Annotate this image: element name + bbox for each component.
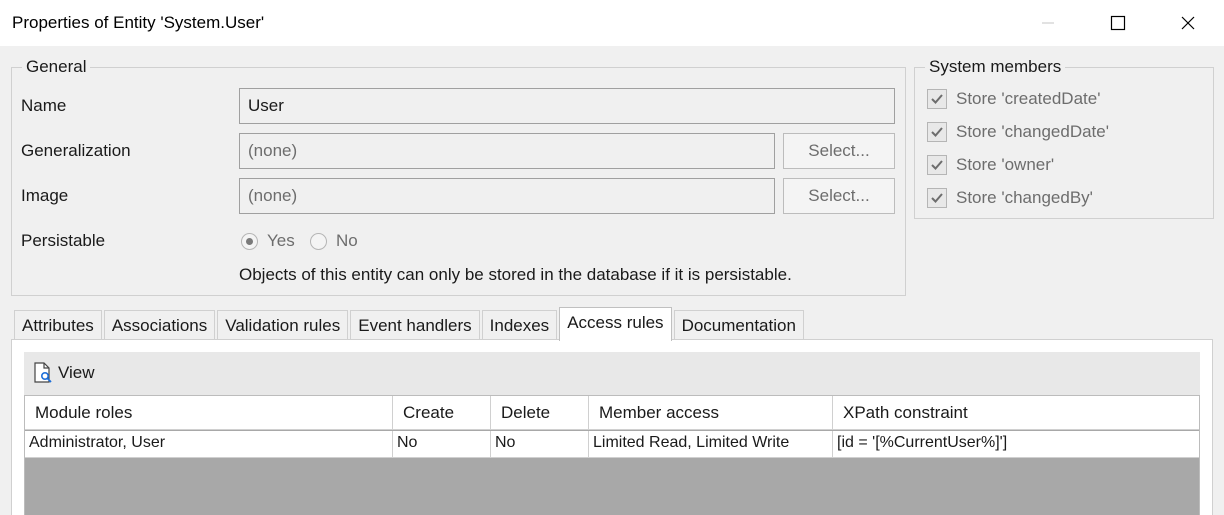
- store-changedby-label: Store 'changedBy': [956, 188, 1093, 207]
- store-changeddate-label: Store 'changedDate': [956, 122, 1109, 141]
- window-title: Properties of Entity 'System.User': [12, 13, 265, 32]
- title-bar: Properties of Entity 'System.User': [0, 0, 1224, 46]
- persistable-yes-label: Yes: [267, 231, 295, 250]
- persistable-no-label: No: [336, 231, 358, 250]
- name-field[interactable]: User: [239, 88, 895, 124]
- persistable-no-radio[interactable]: No: [310, 231, 358, 251]
- view-button[interactable]: View: [32, 362, 95, 384]
- minimize-icon: [1042, 22, 1054, 24]
- cell-module-roles: Administrator, User: [25, 431, 393, 458]
- persistable-label: Persistable: [21, 231, 106, 250]
- minimize-button[interactable]: [1013, 0, 1083, 46]
- image-label: Image: [21, 186, 69, 205]
- access-rules-toolbar: View: [24, 352, 1200, 395]
- tab-attributes[interactable]: Attributes: [14, 310, 102, 341]
- column-delete[interactable]: Delete: [491, 396, 589, 430]
- view-button-label: View: [58, 363, 95, 382]
- store-changeddate-checkbox[interactable]: Store 'changedDate': [927, 122, 1109, 142]
- tab-event-handlers[interactable]: Event handlers: [350, 310, 480, 341]
- cell-delete: No: [491, 431, 589, 458]
- store-createddate-checkbox[interactable]: Store 'createdDate': [927, 89, 1100, 109]
- persistable-yes-radio[interactable]: Yes: [241, 231, 295, 251]
- close-button[interactable]: [1153, 0, 1223, 46]
- store-changedby-checkbox[interactable]: Store 'changedBy': [927, 188, 1093, 208]
- access-rules-grid[interactable]: Module roles Create Delete Member access…: [24, 395, 1200, 515]
- checkmark-icon: [927, 122, 947, 142]
- checkmark-icon: [927, 89, 947, 109]
- maximize-icon: [1110, 15, 1126, 31]
- tab-access-rules[interactable]: Access rules: [559, 307, 672, 341]
- maximize-button[interactable]: [1083, 0, 1153, 46]
- cell-member-access: Limited Read, Limited Write: [589, 431, 833, 458]
- grid-header: Module roles Create Delete Member access…: [25, 396, 1199, 430]
- close-icon: [1181, 16, 1195, 30]
- cell-create: No: [393, 431, 491, 458]
- store-owner-checkbox[interactable]: Store 'owner': [927, 155, 1054, 175]
- tab-associations[interactable]: Associations: [103, 310, 216, 341]
- tab-strip: Attributes Associations Validation rules…: [14, 307, 806, 341]
- generalization-select-button[interactable]: Select...: [783, 133, 895, 169]
- tab-indexes[interactable]: Indexes: [481, 310, 558, 341]
- store-owner-label: Store 'owner': [956, 155, 1055, 174]
- persistable-hint: Objects of this entity can only be store…: [239, 265, 792, 284]
- generalization-field[interactable]: (none): [239, 133, 775, 169]
- column-xpath-constraint[interactable]: XPath constraint: [833, 396, 1199, 430]
- column-member-access[interactable]: Member access: [589, 396, 833, 430]
- tab-documentation[interactable]: Documentation: [673, 310, 804, 341]
- name-label: Name: [21, 96, 67, 115]
- general-legend: General: [22, 57, 91, 77]
- table-row[interactable]: Administrator, User No No Limited Read, …: [25, 431, 1199, 458]
- generalization-label: Generalization: [21, 141, 131, 160]
- image-select-button[interactable]: Select...: [783, 178, 895, 214]
- tab-validation-rules[interactable]: Validation rules: [217, 310, 349, 341]
- image-field[interactable]: (none): [239, 178, 775, 214]
- radio-unselected-icon: [310, 232, 327, 250]
- cell-xpath-constraint: [id = '[%CurrentUser%]']: [837, 434, 1008, 451]
- checkmark-icon: [927, 155, 947, 175]
- column-module-roles[interactable]: Module roles: [25, 396, 393, 430]
- system-members-legend: System members: [925, 57, 1066, 77]
- store-createddate-label: Store 'createdDate': [956, 89, 1101, 108]
- column-create[interactable]: Create: [393, 396, 491, 430]
- document-search-icon: [34, 362, 52, 383]
- radio-selected-icon: [241, 232, 258, 250]
- checkmark-icon: [927, 188, 947, 208]
